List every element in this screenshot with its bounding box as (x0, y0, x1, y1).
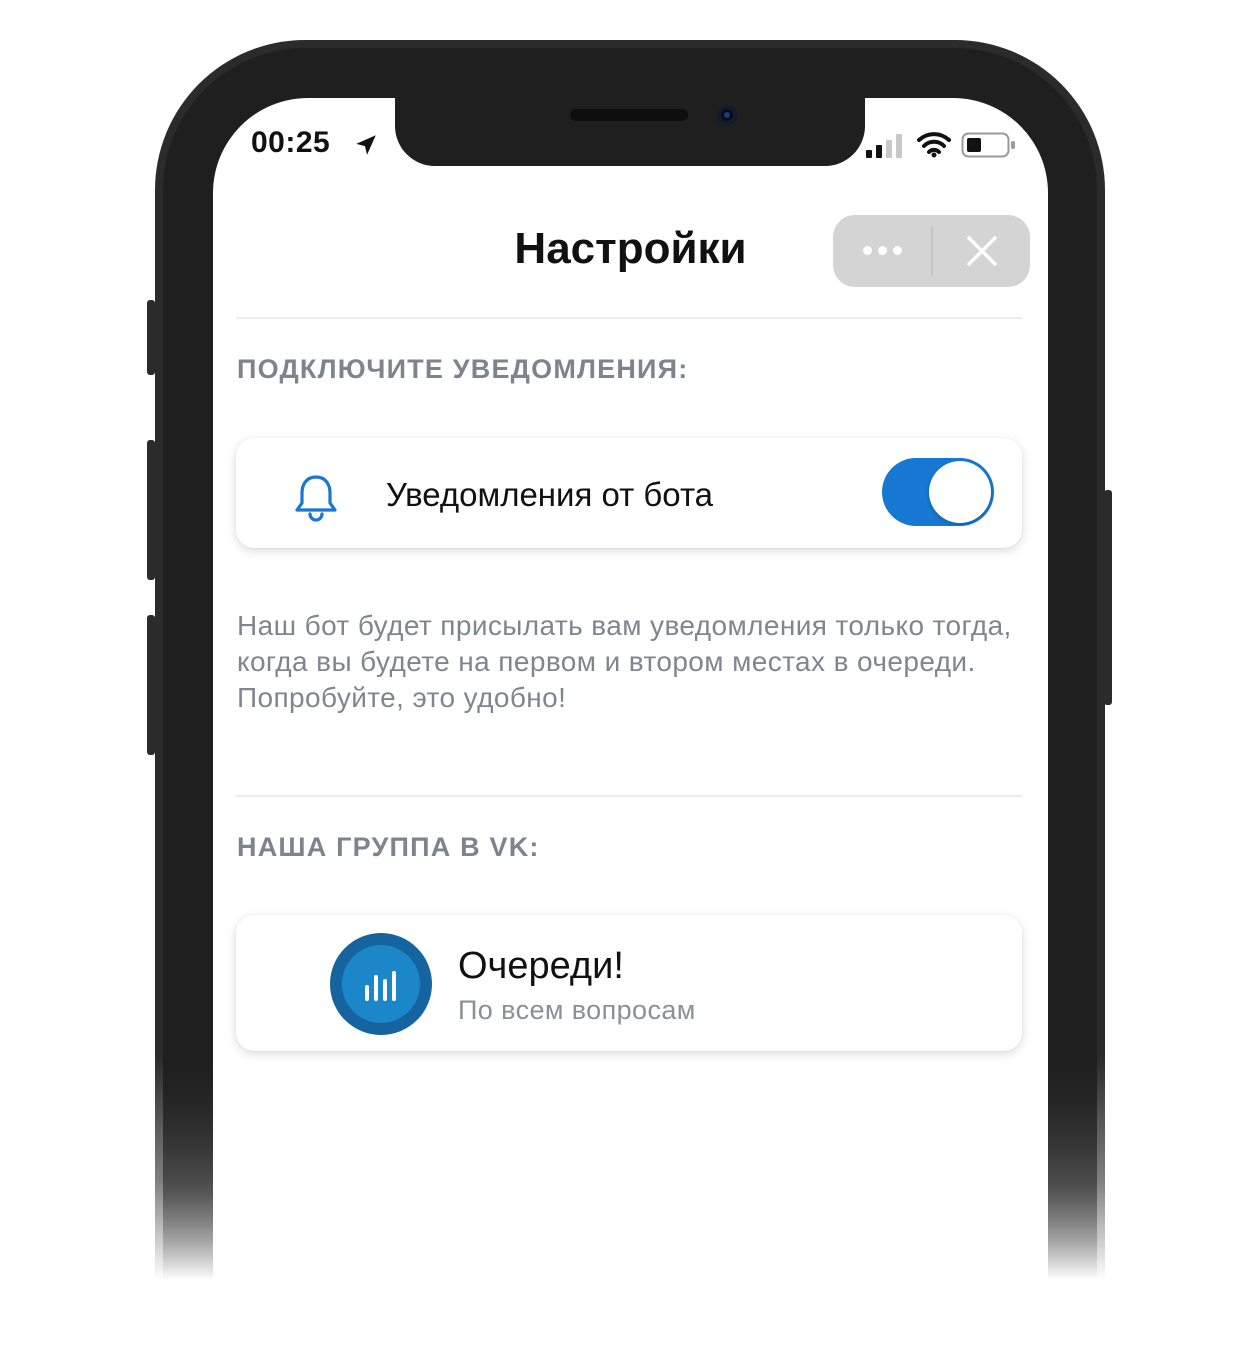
notifications-section-title: ПОДКЛЮЧИТЕ УВЕДОМЛЕНИЯ: (237, 354, 689, 384)
power-button (1104, 490, 1112, 705)
bar-chart-icon (365, 971, 396, 1001)
mini-app-controls (833, 215, 1030, 287)
notch (395, 98, 865, 166)
header-divider (236, 317, 1022, 319)
group-name: Очереди! (458, 945, 624, 987)
bot-notifications-label: Уведомления от бота (386, 476, 714, 513)
phone-screen: 00:25 Настройки ПОДКЛЮЧИТЕ УВЕДОМЛЕНИЯ: … (213, 98, 1048, 1298)
bell-icon (295, 475, 337, 522)
speaker (570, 109, 688, 121)
status-time: 00:25 (251, 126, 331, 159)
more-button[interactable] (833, 215, 931, 287)
group-subtitle: По всем вопросам (458, 995, 696, 1025)
bot-notifications-toggle[interactable] (882, 458, 994, 526)
group-avatar (330, 933, 432, 1035)
screen-fade (213, 1118, 1048, 1298)
notifications-hint: Наш бот будет присылать вам уведомления … (237, 610, 1012, 713)
mute-switch (147, 300, 155, 375)
volume-down-button (147, 615, 155, 755)
group-section-title: НАША ГРУППА В VK: (237, 832, 540, 862)
close-icon (966, 236, 997, 266)
battery-icon (961, 132, 1015, 158)
toggle-knob (929, 461, 991, 523)
front-camera (717, 105, 737, 125)
wifi-icon (917, 132, 951, 158)
location-arrow-icon (356, 135, 376, 155)
cellular-signal-icon (866, 134, 902, 158)
section-divider (236, 795, 1022, 797)
more-horizontal-icon (860, 242, 905, 260)
close-button[interactable] (933, 215, 1030, 287)
vk-group-card[interactable]: Очереди! По всем вопросам (236, 915, 1022, 1051)
volume-up-button (147, 440, 155, 580)
notifications-card: Уведомления от бота (236, 438, 1022, 548)
stage: 00:25 Настройки ПОДКЛЮЧИТЕ УВЕДОМЛЕНИЯ: … (0, 0, 1259, 1359)
